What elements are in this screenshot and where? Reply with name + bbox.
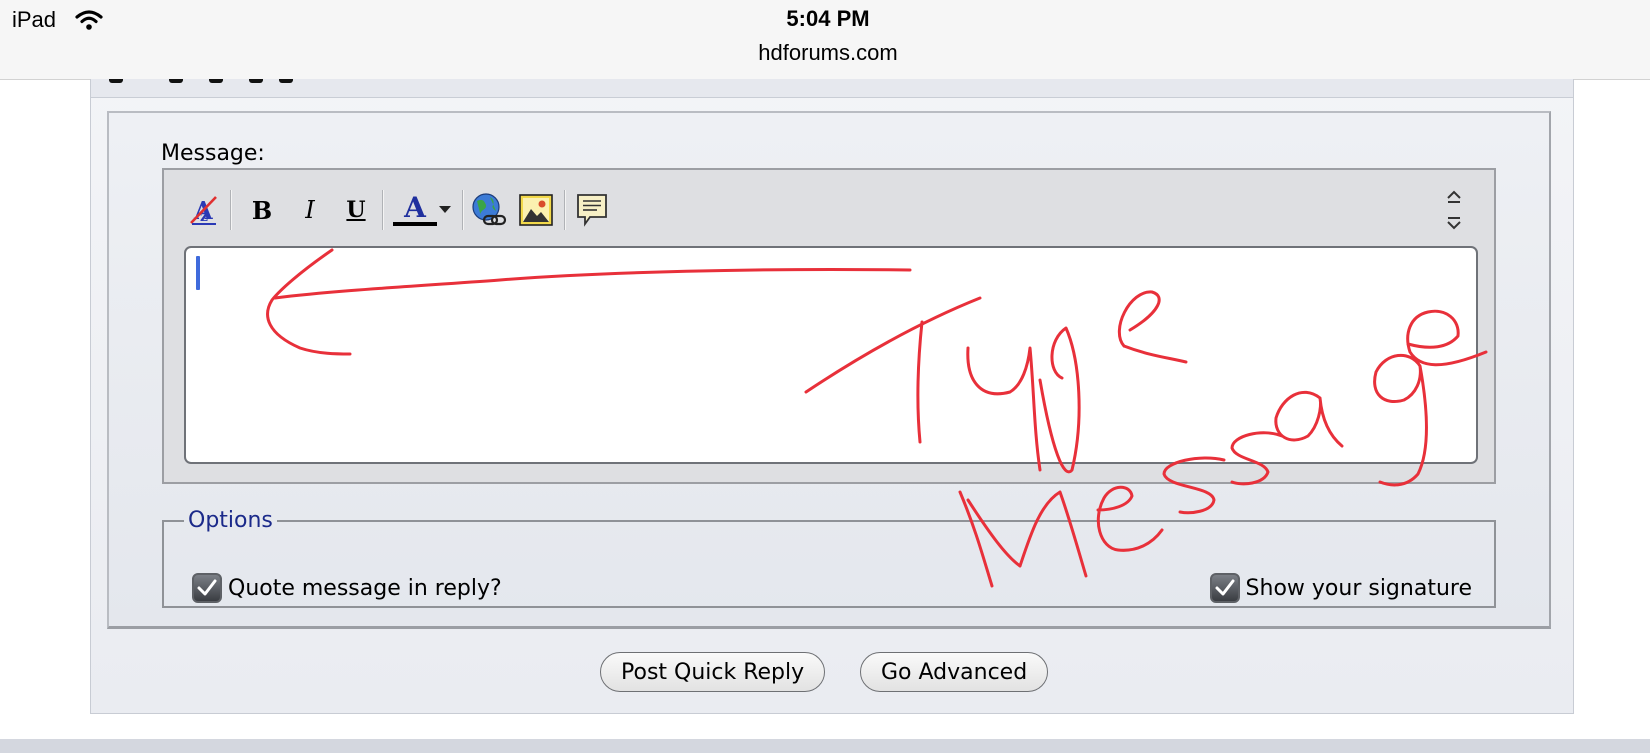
editor-toolbar: A z B I U A bbox=[164, 170, 1494, 246]
chevron-down-icon bbox=[439, 206, 451, 213]
font-color-dropdown[interactable] bbox=[436, 194, 454, 226]
post-quick-reply-button[interactable]: Post Quick Reply bbox=[600, 652, 826, 692]
page-footer-strip bbox=[0, 739, 1650, 753]
remove-format-button[interactable]: A z bbox=[188, 194, 220, 226]
message-textarea[interactable] bbox=[184, 246, 1478, 464]
browser-status-bar: iPad 5:04 PM hdforums.com bbox=[0, 0, 1650, 80]
signature-checkbox[interactable] bbox=[1209, 573, 1240, 603]
options-legend: Options bbox=[188, 508, 273, 533]
quick-reply-header bbox=[91, 79, 1573, 98]
remove-format-icon: A z bbox=[190, 196, 217, 225]
insert-image-icon bbox=[519, 194, 553, 226]
text-caret bbox=[196, 256, 200, 290]
signature-option[interactable]: Show your signature bbox=[1209, 573, 1472, 603]
message-label: Message: bbox=[161, 141, 265, 166]
insert-link-icon bbox=[472, 193, 507, 226]
address-bar-url[interactable]: hdforums.com bbox=[0, 40, 1650, 66]
insert-link-button[interactable] bbox=[470, 193, 508, 226]
signature-option-label: Show your signature bbox=[1245, 575, 1472, 601]
font-color-swatch bbox=[393, 222, 437, 226]
underline-button[interactable]: U bbox=[340, 194, 372, 226]
insert-image-button[interactable] bbox=[518, 194, 554, 226]
quote-option[interactable]: Quote message in reply? bbox=[192, 573, 502, 603]
bold-button[interactable]: B bbox=[246, 194, 278, 226]
quote-checkbox[interactable] bbox=[192, 573, 222, 603]
font-color-button[interactable]: A bbox=[390, 194, 440, 226]
status-time: 5:04 PM bbox=[786, 6, 870, 31]
checkmark-icon bbox=[1215, 579, 1235, 596]
resize-editor-icon[interactable] bbox=[1444, 188, 1464, 232]
italic-button[interactable]: I bbox=[294, 194, 326, 226]
options-fieldset: Options Quote message in reply? Show you… bbox=[162, 508, 1496, 608]
message-editor: A z B I U A bbox=[162, 168, 1496, 484]
quote-icon bbox=[577, 194, 607, 227]
checkmark-icon bbox=[197, 579, 217, 596]
insert-quote-button[interactable] bbox=[576, 194, 608, 227]
go-advanced-button[interactable]: Go Advanced bbox=[860, 652, 1049, 692]
font-color-letter: A bbox=[404, 191, 426, 224]
quote-option-label: Quote message in reply? bbox=[228, 575, 502, 601]
